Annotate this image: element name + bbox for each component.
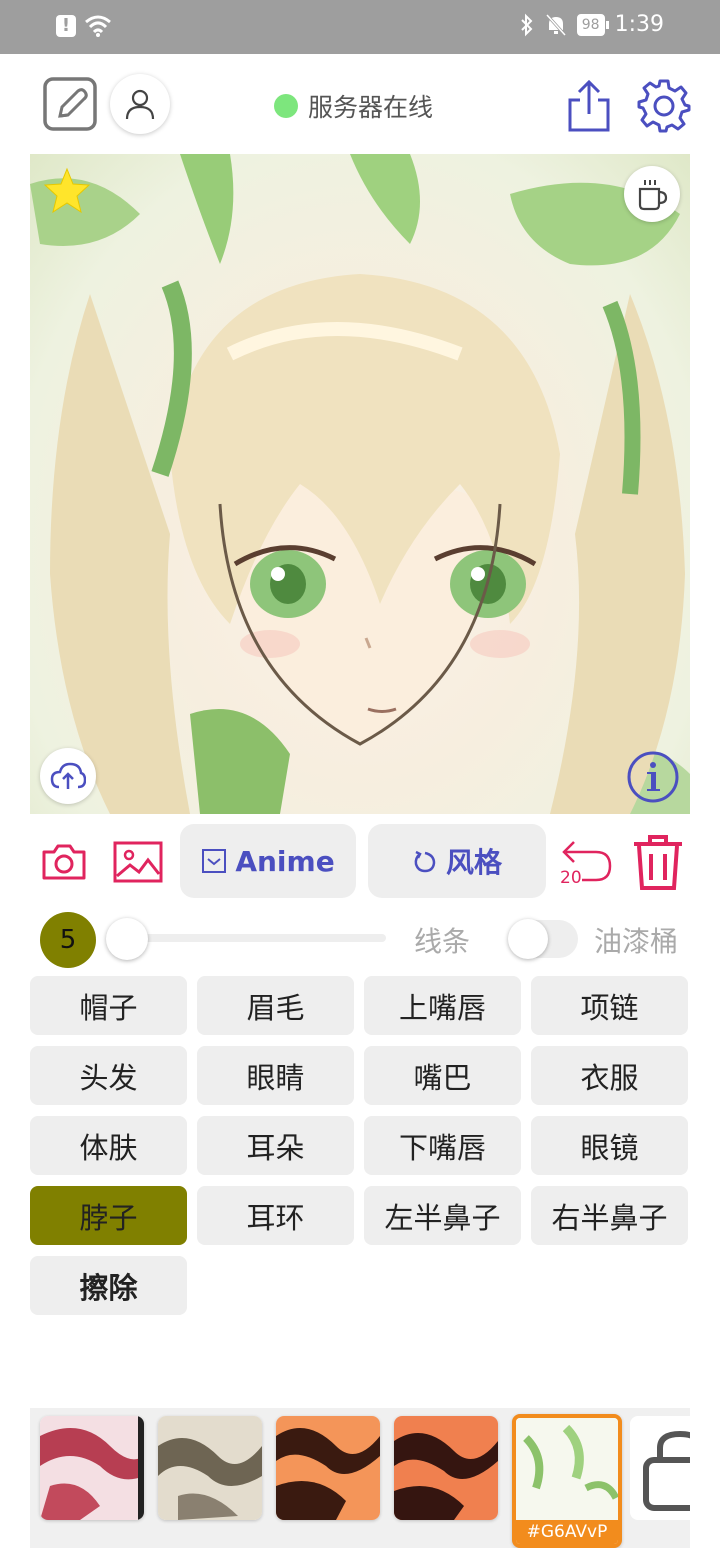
status-left: !	[56, 14, 112, 38]
parts-grid: 帽子 眉毛 上嘴唇 项链 头发 眼睛 嘴巴 衣服 体肤 耳朵 下嘴唇 眼镜 脖子…	[30, 976, 690, 1315]
locked-swatch[interactable]	[630, 1416, 690, 1520]
tool-row: Anime 风格 20	[0, 822, 720, 902]
part-button-hat[interactable]: 帽子	[30, 976, 187, 1035]
status-right: 98 1:39	[519, 12, 664, 37]
style-swatch-selected[interactable]: #G6AVvP	[512, 1414, 622, 1548]
info-button[interactable]	[626, 750, 680, 804]
artwork-image	[30, 154, 690, 814]
part-button-neck[interactable]: 脖子	[30, 1186, 187, 1245]
erase-button[interactable]: 擦除	[30, 1256, 187, 1315]
part-button-glasses[interactable]: 眼镜	[531, 1116, 688, 1175]
style-swatch[interactable]	[158, 1416, 262, 1520]
style-button[interactable]: 风格	[368, 824, 546, 898]
swatch-image	[516, 1418, 618, 1520]
status-bar: ! 98 1:39	[0, 0, 720, 54]
wifi-icon	[85, 15, 111, 37]
bluetooth-icon	[521, 13, 533, 36]
part-button-right-nose[interactable]: 右半鼻子	[531, 1186, 688, 1245]
anime-label: Anime	[235, 844, 335, 878]
style-swatch[interactable]	[394, 1416, 498, 1520]
part-button-hair[interactable]: 头发	[30, 1046, 187, 1105]
swatch-image	[394, 1416, 498, 1520]
part-button-mouth[interactable]: 嘴巴	[364, 1046, 521, 1105]
style-swatch[interactable]	[40, 1416, 144, 1520]
share-icon	[568, 79, 610, 132]
undo-button[interactable]: 20	[556, 834, 614, 890]
coffee-button[interactable]	[624, 166, 680, 222]
alert-icon: !	[56, 15, 76, 37]
part-button-necklace[interactable]: 项链	[531, 976, 688, 1035]
part-button-upper-lip[interactable]: 上嘴唇	[364, 976, 521, 1035]
settings-button[interactable]	[636, 78, 692, 134]
image-icon	[113, 841, 163, 883]
checkbox-icon	[202, 849, 227, 873]
swatch-tag: #G6AVvP	[516, 1520, 618, 1544]
trash-icon	[634, 835, 682, 890]
part-button-left-nose[interactable]: 左半鼻子	[364, 1186, 521, 1245]
undo-count: 20	[560, 868, 582, 888]
swatch-image	[40, 1416, 144, 1520]
user-button[interactable]	[110, 74, 170, 134]
part-button-eyes[interactable]: 眼睛	[197, 1046, 354, 1105]
upload-button[interactable]	[40, 748, 96, 804]
server-status-dot	[274, 94, 298, 118]
paint-bucket-toggle[interactable]	[508, 919, 578, 959]
paint-bucket-label: 油漆桶	[594, 925, 679, 958]
slider-thumb[interactable]	[106, 918, 148, 960]
server-status: 服务器在线	[274, 88, 433, 124]
brush-size-indicator: 5	[40, 912, 96, 968]
settings-icon	[637, 79, 691, 133]
info-icon	[627, 751, 679, 803]
part-button-earrings[interactable]: 耳环	[197, 1186, 354, 1245]
style-swatch[interactable]	[276, 1416, 380, 1520]
swatch-image	[276, 1416, 380, 1520]
anime-button[interactable]: Anime	[180, 824, 356, 898]
mute-icon	[545, 13, 566, 36]
battery-icon: 98	[576, 13, 609, 36]
style-swatch-bar[interactable]: #G6AVvP	[30, 1408, 690, 1548]
lock-icon	[643, 1430, 690, 1511]
brush-size-slider[interactable]	[118, 934, 386, 942]
top-bar: 服务器在线	[0, 54, 720, 154]
lines-label: 线条	[414, 925, 471, 958]
drawing-canvas[interactable]	[30, 154, 690, 814]
coffee-icon	[638, 180, 668, 211]
part-button-eyebrows[interactable]: 眉毛	[197, 976, 354, 1035]
edit-icon	[43, 77, 97, 131]
share-button[interactable]	[564, 78, 614, 134]
swatch-image	[158, 1416, 262, 1520]
camera-icon	[42, 844, 86, 880]
part-button-lower-lip[interactable]: 下嘴唇	[364, 1116, 521, 1175]
part-button-ears[interactable]: 耳朵	[197, 1116, 354, 1175]
delete-button[interactable]	[630, 832, 686, 892]
part-button-skin[interactable]: 体肤	[30, 1116, 187, 1175]
rotate-icon	[414, 850, 436, 873]
brush-row: 5 线条 油漆桶	[0, 910, 720, 968]
part-button-clothes[interactable]: 衣服	[531, 1046, 688, 1105]
star-icon[interactable]	[42, 166, 92, 216]
clock: 1:39	[614, 12, 664, 37]
gallery-button[interactable]	[112, 838, 164, 886]
style-label: 风格	[445, 846, 502, 879]
camera-button[interactable]	[40, 838, 88, 886]
toggle-knob	[508, 919, 548, 959]
server-status-text: 服务器在线	[308, 93, 434, 122]
edit-button[interactable]	[42, 76, 98, 132]
user-icon	[125, 89, 155, 120]
upload-icon	[50, 762, 86, 789]
